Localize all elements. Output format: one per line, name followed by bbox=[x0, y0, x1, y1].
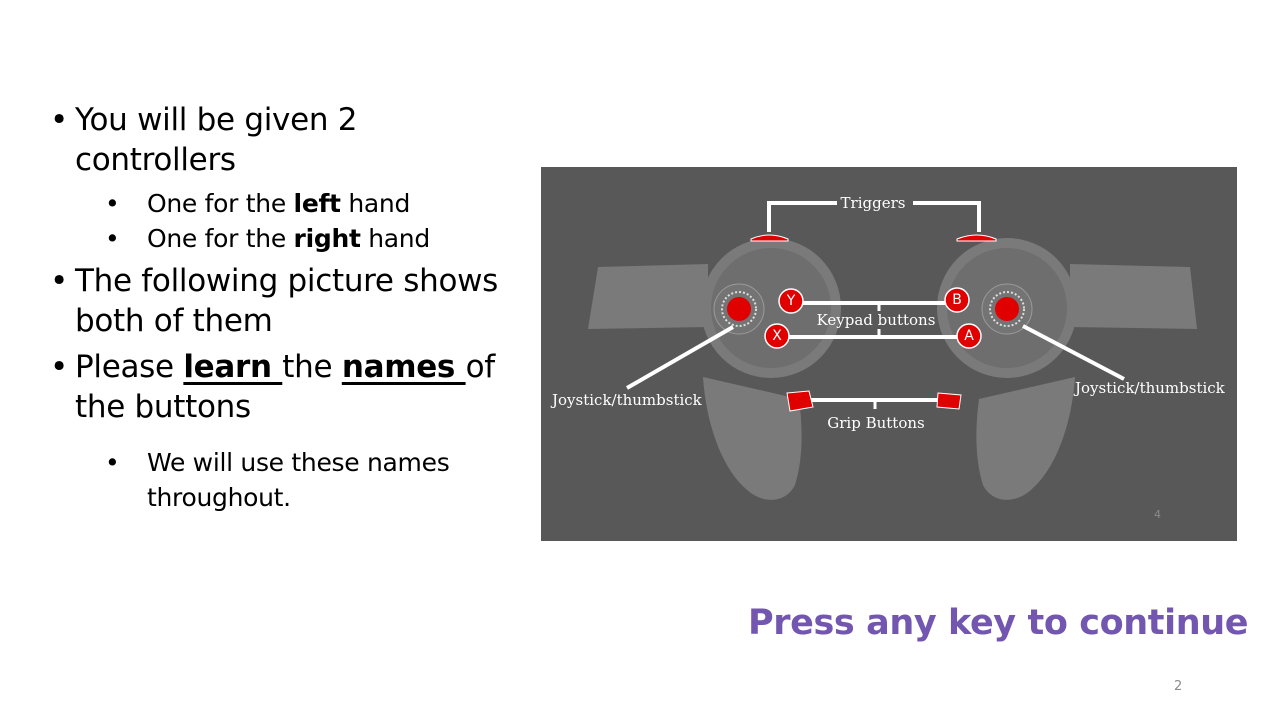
button-b-label: B bbox=[952, 292, 962, 308]
left-trigger bbox=[750, 234, 789, 242]
triggers-line-left bbox=[767, 201, 837, 232]
page-number: 2 bbox=[1174, 679, 1183, 694]
left-controller-handle bbox=[703, 377, 802, 500]
button-a-label: A bbox=[964, 328, 974, 344]
sub-bullet-use-names: We will use these names throughout. bbox=[48, 445, 518, 515]
bullet-controllers: You will be given 2 controllers bbox=[48, 100, 518, 180]
right-controller-handle bbox=[976, 377, 1075, 500]
left-joystick-icon bbox=[713, 283, 765, 335]
right-controller-band bbox=[1070, 264, 1197, 329]
continue-prompt[interactable]: Press any key to continue bbox=[748, 603, 1248, 643]
button-x-label: X bbox=[772, 328, 782, 344]
label-joystick-right: Joystick/thumbstick bbox=[1075, 379, 1225, 397]
bullet-learn-names: Please learn the names of the buttons bbox=[48, 347, 518, 427]
sub-bullet-right-hand: One for the right hand bbox=[48, 221, 518, 256]
label-triggers: Triggers bbox=[840, 194, 906, 212]
label-keypad-buttons: Keypad buttons bbox=[816, 311, 936, 329]
label-grip-buttons: Grip Buttons bbox=[827, 414, 925, 432]
right-trigger bbox=[956, 234, 997, 242]
sub-bullet-left-hand: One for the left hand bbox=[48, 186, 518, 221]
button-y-label: Y bbox=[786, 293, 796, 309]
controllers-figure: Triggers Keypad buttons Joystick/thumbst… bbox=[541, 167, 1237, 541]
left-grip-button bbox=[786, 390, 814, 412]
left-controller-band bbox=[588, 264, 708, 329]
figure-page-number: 4 bbox=[1154, 508, 1161, 521]
triggers-line-right bbox=[913, 201, 981, 232]
left-joystick-line bbox=[626, 325, 734, 390]
controllers-drawing bbox=[588, 201, 1197, 500]
label-joystick-left: Joystick/thumbstick bbox=[552, 391, 702, 409]
right-grip-button bbox=[936, 392, 962, 410]
bullet-picture: The following picture shows both of them bbox=[48, 261, 518, 341]
bullet-list: You will be given 2 controllers One for … bbox=[48, 100, 518, 515]
